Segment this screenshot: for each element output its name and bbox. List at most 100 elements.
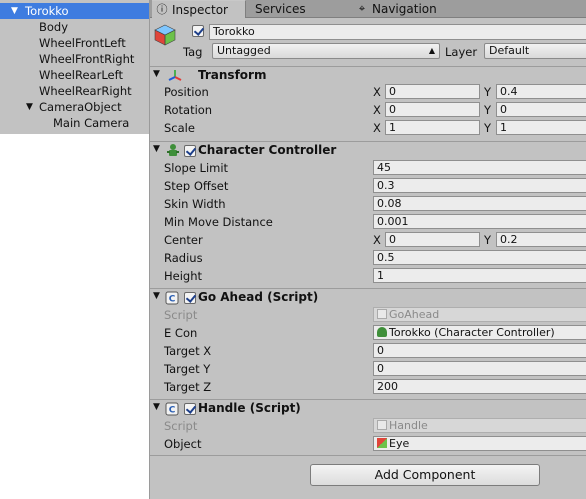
rotation-label: Rotation: [164, 103, 213, 117]
navigation-icon: ⌖: [358, 2, 366, 15]
section-divider: [150, 455, 586, 456]
tab-navigation[interactable]: ⌖ Navigation: [355, 0, 465, 18]
script-file-icon: [377, 420, 387, 430]
object-value: Eye: [389, 437, 410, 450]
layer-value: Default: [489, 44, 530, 57]
hierarchy-item-label: WheelFrontLeft: [39, 36, 126, 50]
component-title: Transform: [198, 68, 267, 82]
slope-limit-field[interactable]: 45: [373, 160, 586, 175]
character-controller-enabled-checkbox[interactable]: [184, 145, 196, 157]
tab-services[interactable]: Services: [254, 0, 344, 18]
dropdown-arrow-icon: ▲: [428, 46, 435, 55]
script-value: GoAhead: [389, 308, 440, 321]
fold-triangle-icon[interactable]: ▼: [153, 144, 160, 154]
fold-triangle-icon[interactable]: ▼: [153, 402, 160, 412]
add-component-button[interactable]: Add Component: [310, 464, 540, 486]
hierarchy-item-label: Main Camera: [53, 116, 130, 130]
axis-y-label: Y: [484, 121, 492, 135]
scale-x-field[interactable]: 1: [385, 120, 480, 135]
hierarchy-item-wheel-rear-right[interactable]: WheelRearRight: [0, 83, 149, 99]
hierarchy-item-body[interactable]: Body: [0, 19, 149, 35]
slope-limit-label: Slope Limit: [164, 161, 229, 175]
target-z-label: Target Z: [164, 380, 212, 394]
layer-dropdown[interactable]: Default: [484, 43, 586, 59]
e-con-field[interactable]: Torokko (Character Controller): [373, 325, 586, 340]
character-controller-icon: [377, 327, 387, 337]
radius-label: Radius: [164, 251, 203, 265]
inspector-panel: ⓘ Inspector Services ⌖ Navigation Torokk…: [149, 0, 586, 499]
fold-triangle-icon[interactable]: ▼: [153, 291, 160, 301]
tab-label: Services: [255, 2, 306, 16]
e-con-value: Torokko (Character Controller): [389, 326, 555, 339]
fold-triangle-icon[interactable]: ▼: [153, 69, 160, 79]
axis-y-label: Y: [484, 103, 492, 117]
position-y-field[interactable]: 0.4: [496, 84, 586, 99]
script-value: Handle: [389, 419, 428, 432]
script-label: Script: [164, 419, 198, 433]
axis-x-label: X: [373, 233, 381, 247]
target-y-label: Target Y: [164, 362, 211, 376]
svg-text:C: C: [169, 295, 176, 305]
transform-header[interactable]: ▼ Transform: [150, 66, 586, 84]
character-controller-icon: [167, 144, 179, 156]
axis-y-label: Y: [484, 233, 492, 247]
hierarchy-panel: ▼ Torokko Body WheelFrontLeft WheelFront…: [0, 0, 149, 134]
hierarchy-item-label: WheelFrontRight: [39, 52, 135, 66]
object-name-field[interactable]: Torokko: [209, 24, 586, 40]
object-active-checkbox[interactable]: [192, 25, 204, 37]
skin-width-label: Skin Width: [164, 197, 226, 211]
object-field[interactable]: Eye: [373, 436, 586, 451]
hierarchy-item-label: WheelRearLeft: [39, 68, 123, 82]
tag-dropdown[interactable]: Untagged ▲: [212, 43, 440, 59]
script-file-icon: [377, 309, 387, 319]
go-ahead-script-header[interactable]: ▼ C Go Ahead (Script): [150, 288, 586, 306]
go-ahead-enabled-checkbox[interactable]: [184, 292, 196, 304]
tag-label: Tag: [183, 45, 203, 59]
tab-label: Navigation: [372, 2, 437, 16]
min-move-distance-field[interactable]: 0.001: [373, 214, 586, 229]
position-x-field[interactable]: 0: [385, 84, 480, 99]
axis-x-label: X: [373, 85, 381, 99]
hierarchy-item-main-camera[interactable]: Main Camera: [0, 115, 149, 131]
radius-field[interactable]: 0.5: [373, 250, 586, 265]
gameobject-cube-icon: [154, 24, 176, 46]
tab-label: Inspector: [172, 3, 228, 17]
svg-text:C: C: [169, 406, 176, 416]
scale-label: Scale: [164, 121, 195, 135]
hierarchy-item-label: CameraObject: [39, 100, 122, 114]
handle-script-header[interactable]: ▼ C Handle (Script): [150, 399, 586, 417]
go-ahead-script-field: GoAhead: [373, 307, 586, 322]
rotation-x-field[interactable]: 0: [385, 102, 480, 117]
tab-inspector[interactable]: ⓘ Inspector: [152, 0, 246, 18]
center-x-field[interactable]: 0: [385, 232, 480, 247]
expand-triangle-icon[interactable]: ▼: [11, 3, 18, 19]
component-title: Character Controller: [198, 143, 337, 157]
target-z-field[interactable]: 200: [373, 379, 586, 394]
min-move-distance-label: Min Move Distance: [164, 215, 273, 229]
hierarchy-item-wheel-rear-left[interactable]: WheelRearLeft: [0, 67, 149, 83]
target-y-field[interactable]: 0: [373, 361, 586, 376]
skin-width-field[interactable]: 0.08: [373, 196, 586, 211]
tab-bar: ⓘ Inspector Services ⌖ Navigation: [150, 0, 586, 18]
axis-y-label: Y: [484, 85, 492, 99]
rotation-y-field[interactable]: 0: [496, 102, 586, 117]
handle-script-field: Handle: [373, 418, 586, 433]
expand-triangle-icon[interactable]: ▼: [26, 99, 33, 115]
scale-y-field[interactable]: 1: [496, 120, 586, 135]
hierarchy-item-camera-object[interactable]: ▼ CameraObject: [0, 99, 149, 115]
step-offset-label: Step Offset: [164, 179, 229, 193]
handle-enabled-checkbox[interactable]: [184, 403, 196, 415]
center-y-field[interactable]: 0.2: [496, 232, 586, 247]
hierarchy-item-torokko[interactable]: ▼ Torokko: [0, 3, 149, 19]
target-x-field[interactable]: 0: [373, 343, 586, 358]
hierarchy-item-wheel-front-right[interactable]: WheelFrontRight: [0, 51, 149, 67]
axis-x-label: X: [373, 103, 381, 117]
character-controller-header[interactable]: ▼ Character Controller: [150, 141, 586, 159]
layer-label: Layer: [445, 45, 478, 59]
hierarchy-item-wheel-front-left[interactable]: WheelFrontLeft: [0, 35, 149, 51]
center-label: Center: [164, 233, 203, 247]
hierarchy-item-label: Torokko: [25, 4, 69, 18]
component-title: Go Ahead (Script): [198, 290, 319, 304]
step-offset-field[interactable]: 0.3: [373, 178, 586, 193]
height-field[interactable]: 1: [373, 268, 586, 283]
